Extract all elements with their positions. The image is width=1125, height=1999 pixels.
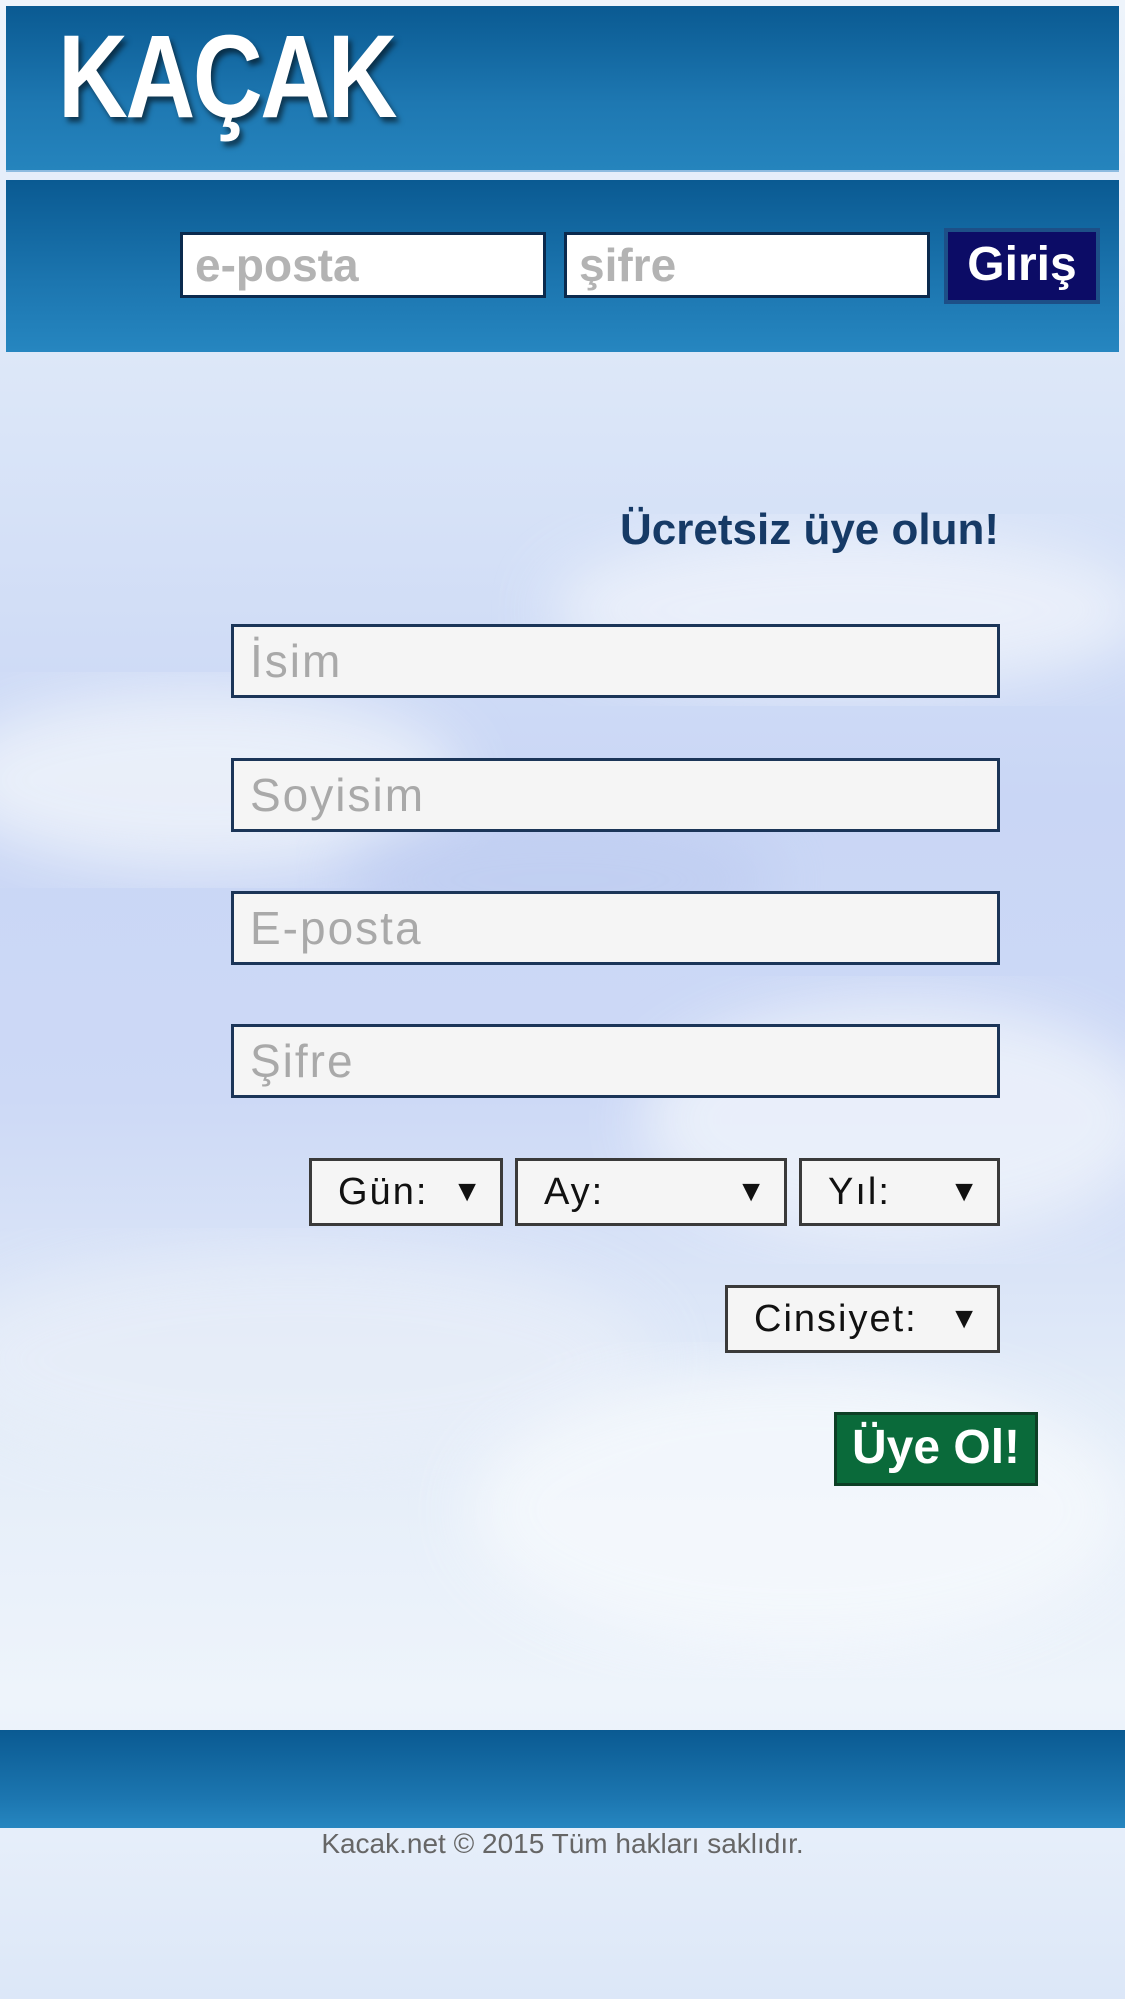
footer-bar [0,1730,1125,1828]
day-select-label: Gün: [338,1171,429,1213]
gender-select[interactable]: Cinsiyet: ▼ [725,1285,1000,1353]
day-select[interactable]: Gün: ▼ [309,1158,503,1226]
dropdown-arrow-icon: ▼ [736,1175,768,1208]
dropdown-arrow-icon: ▼ [949,1302,981,1335]
site-logo[interactable]: KAÇAK [58,18,398,136]
last-name-input[interactable] [231,758,1000,832]
login-email-input[interactable] [180,232,546,298]
month-select[interactable]: Ay: ▼ [515,1158,787,1226]
month-select-label: Ay: [544,1171,605,1213]
year-select[interactable]: Yıl: ▼ [799,1158,1000,1226]
dropdown-arrow-icon: ▼ [452,1175,484,1208]
site-header: KAÇAK [6,6,1119,172]
login-bar: Giriş [6,180,1119,352]
year-select-label: Yıl: [828,1171,891,1213]
first-name-input[interactable] [231,624,1000,698]
register-title: Ücretsiz üye olun! [620,505,999,554]
dropdown-arrow-icon: ▼ [949,1175,981,1208]
login-button[interactable]: Giriş [944,228,1100,304]
register-email-input[interactable] [231,891,1000,965]
signup-button[interactable]: Üye Ol! [834,1412,1038,1486]
login-password-input[interactable] [564,232,930,298]
gender-select-label: Cinsiyet: [754,1298,918,1340]
register-password-input[interactable] [231,1024,1000,1098]
copyright-text: Kacak.net © 2015 Tüm hakları saklıdır. [321,1828,804,1859]
